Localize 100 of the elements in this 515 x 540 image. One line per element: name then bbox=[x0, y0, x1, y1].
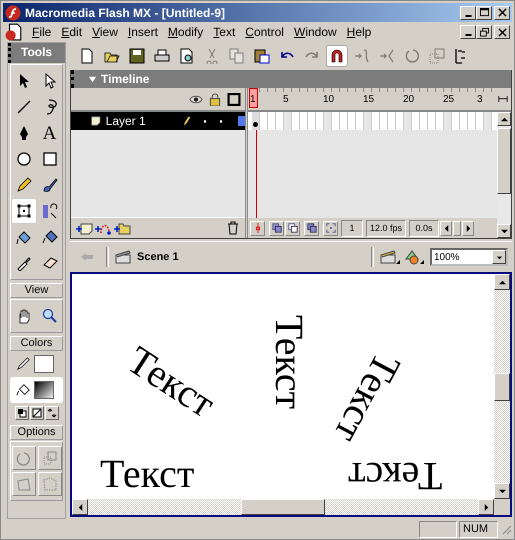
frame-number: 25 bbox=[443, 94, 454, 105]
magnet-button[interactable] bbox=[326, 45, 348, 67]
edit-symbols-icon[interactable] bbox=[404, 249, 424, 265]
onion-outline-button[interactable] bbox=[285, 220, 300, 236]
close-icon bbox=[498, 28, 506, 36]
text-object[interactable]: Текст bbox=[327, 346, 407, 450]
menu-item[interactable]: Modify bbox=[162, 25, 208, 39]
dropdown-button[interactable] bbox=[492, 250, 506, 264]
no-color-button[interactable] bbox=[30, 406, 44, 420]
new-file-icon bbox=[79, 48, 95, 64]
default-colors-button[interactable] bbox=[14, 406, 28, 420]
brush-icon bbox=[42, 177, 58, 193]
onion-outline-icon bbox=[288, 223, 298, 233]
current-frame: 1 bbox=[341, 220, 363, 236]
status-pane bbox=[419, 520, 457, 538]
caret-icon bbox=[496, 254, 502, 260]
menu-item[interactable]: Text bbox=[208, 25, 240, 39]
fill-color-row[interactable] bbox=[10, 377, 63, 403]
scene-name: Scene 1 bbox=[137, 251, 179, 263]
vertical-scrollbar[interactable] bbox=[494, 274, 510, 499]
close-button[interactable] bbox=[494, 25, 510, 39]
swap-colors-button[interactable] bbox=[44, 406, 58, 420]
restore-button[interactable] bbox=[476, 25, 492, 39]
line-icon bbox=[16, 99, 32, 115]
slashed-square-icon bbox=[32, 408, 42, 418]
minimize-button[interactable] bbox=[460, 6, 476, 20]
right-arrow-icon bbox=[464, 224, 472, 232]
menu-item[interactable]: Window bbox=[288, 25, 342, 39]
lock-icon[interactable] bbox=[208, 92, 222, 106]
up-arrow-icon bbox=[500, 116, 508, 122]
document-icon[interactable] bbox=[5, 23, 23, 41]
frame-number: 5 bbox=[283, 94, 289, 105]
envelope-option-button[interactable] bbox=[38, 472, 62, 496]
collapse-arrow-icon[interactable] bbox=[88, 74, 97, 84]
stroke-color-swatch[interactable] bbox=[34, 355, 54, 373]
minimize-icon bbox=[464, 14, 472, 16]
edit-multiple-frames-button[interactable] bbox=[304, 220, 319, 236]
add-layer-icon[interactable] bbox=[75, 221, 93, 235]
panel-title: Tools bbox=[8, 43, 65, 63]
close-button[interactable] bbox=[494, 6, 510, 20]
layer-row[interactable]: Layer 1 bbox=[71, 112, 245, 130]
multiple-frames-icon bbox=[306, 223, 316, 233]
gradient-transform-icon bbox=[42, 203, 58, 219]
trash-icon[interactable] bbox=[227, 221, 239, 235]
panel-title: Timeline bbox=[101, 72, 150, 86]
scroll-down-button[interactable] bbox=[494, 483, 510, 499]
maximize-button[interactable] bbox=[476, 6, 492, 20]
section-title: Options bbox=[10, 425, 63, 440]
center-frame-button[interactable] bbox=[250, 220, 265, 236]
onion-markers-button[interactable] bbox=[323, 220, 338, 236]
scroll-up-button[interactable] bbox=[497, 112, 511, 126]
rotate-icon bbox=[404, 48, 420, 64]
eyedropper-icon bbox=[16, 255, 32, 271]
menu-item[interactable]: Edit bbox=[56, 25, 88, 39]
scrollbar-thumb[interactable] bbox=[497, 128, 511, 194]
minimize-button[interactable] bbox=[460, 25, 476, 39]
frame-number: 15 bbox=[363, 94, 374, 105]
scale-option-button[interactable] bbox=[38, 446, 62, 470]
text-object[interactable]: Текст bbox=[100, 454, 194, 494]
lock-dot[interactable] bbox=[220, 120, 222, 122]
free-transform-tool[interactable] bbox=[10, 198, 36, 224]
scrollbar-thumb[interactable] bbox=[494, 372, 510, 400]
scrollbar-thumb[interactable] bbox=[453, 220, 461, 236]
zoom-dropdown[interactable]: 100% bbox=[430, 248, 508, 266]
resize-grip-icon[interactable] bbox=[500, 523, 512, 535]
frame-width-icon bbox=[498, 94, 508, 104]
envelope-icon bbox=[42, 476, 58, 492]
menu-item[interactable]: File bbox=[27, 25, 56, 39]
close-icon bbox=[498, 8, 506, 17]
vertical-scrollbar[interactable] bbox=[497, 112, 511, 238]
text-object[interactable]: Текст bbox=[269, 314, 310, 410]
restore-icon bbox=[480, 28, 488, 36]
scrollbar-thumb[interactable] bbox=[241, 499, 325, 515]
menu-item[interactable]: View bbox=[87, 25, 123, 39]
playhead[interactable] bbox=[249, 88, 258, 108]
scroll-left-button[interactable] bbox=[440, 220, 452, 236]
layer-color[interactable] bbox=[238, 116, 245, 126]
menu-item[interactable]: Help bbox=[342, 25, 376, 39]
scroll-right-button[interactable] bbox=[478, 499, 494, 515]
distort-option-button[interactable] bbox=[12, 472, 36, 496]
left-arrow-icon bbox=[442, 224, 450, 232]
scroll-down-button[interactable] bbox=[497, 224, 511, 238]
add-folder-icon[interactable] bbox=[113, 221, 131, 235]
menu-item[interactable]: Control bbox=[240, 25, 289, 39]
onion-skin-icon bbox=[272, 223, 282, 233]
onion-skin-button[interactable] bbox=[269, 220, 284, 236]
visibility-dot[interactable] bbox=[204, 120, 206, 122]
scroll-up-button[interactable] bbox=[494, 274, 510, 290]
scroll-left-button[interactable] bbox=[72, 499, 88, 515]
menu-item[interactable]: Insert bbox=[122, 25, 163, 39]
outline-icon[interactable] bbox=[227, 92, 241, 106]
fill-color-swatch[interactable] bbox=[34, 381, 54, 399]
rotate-option-button[interactable] bbox=[12, 446, 36, 470]
edit-scene-icon[interactable] bbox=[380, 249, 400, 265]
clapperboard-icon bbox=[115, 250, 131, 264]
text-tool[interactable]: A bbox=[36, 120, 62, 146]
left-arrow-icon bbox=[76, 504, 84, 510]
distort-icon bbox=[16, 476, 32, 492]
text-object[interactable]: Текст bbox=[348, 456, 442, 496]
scroll-right-button[interactable] bbox=[462, 220, 474, 236]
